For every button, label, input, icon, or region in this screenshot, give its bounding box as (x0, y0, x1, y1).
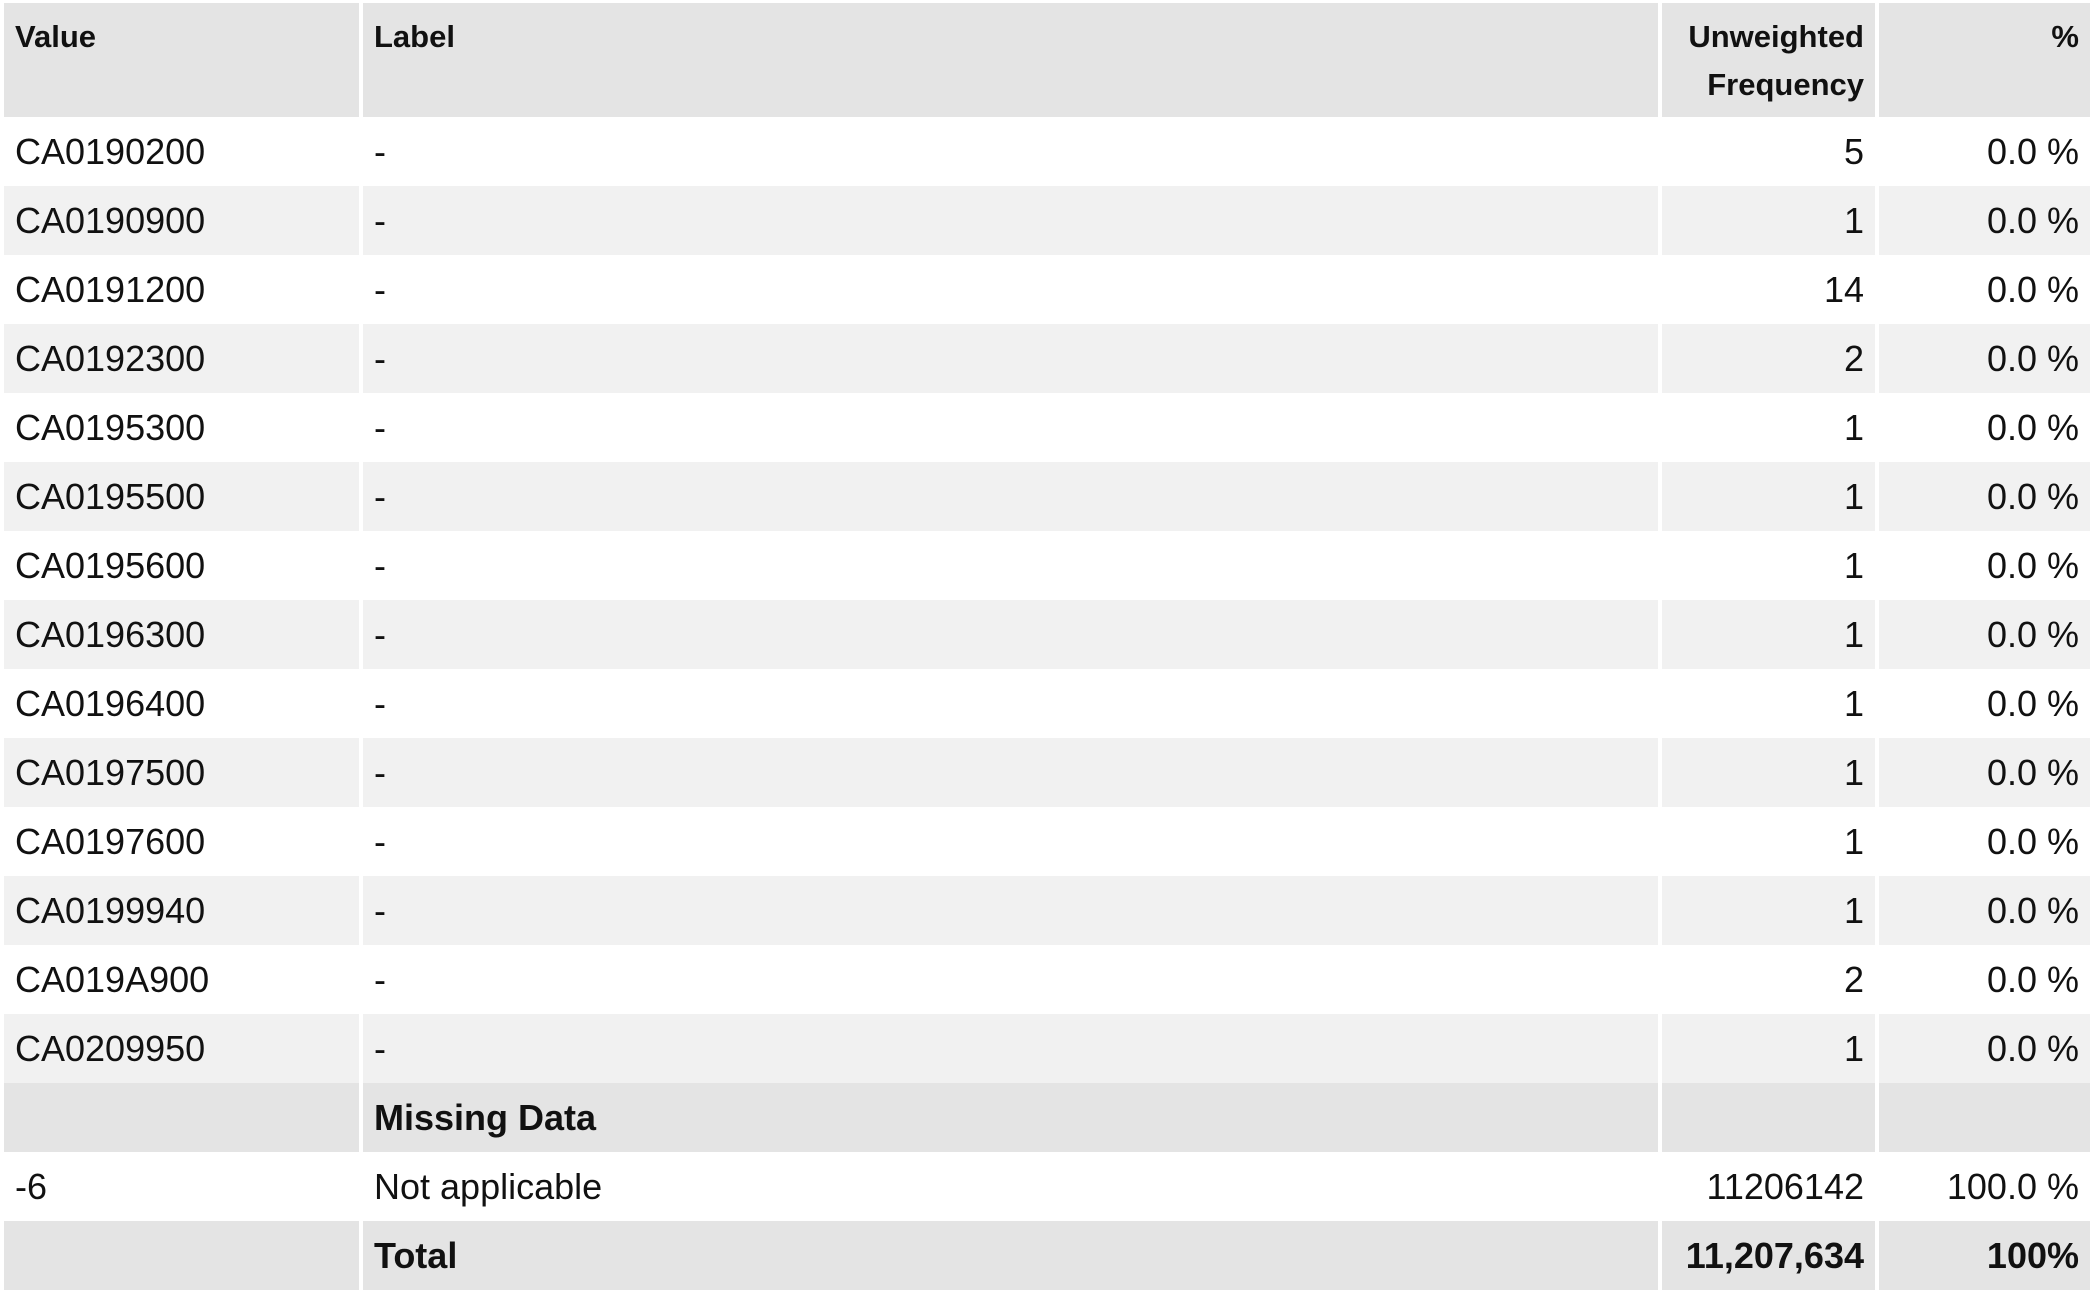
cell-percent: 0.0 % (1879, 1014, 2090, 1083)
header-value: Value (4, 3, 359, 117)
cell-label: - (363, 1014, 1658, 1083)
cell-value: CA0199940 (4, 876, 359, 945)
cell-percent: 0.0 % (1879, 669, 2090, 738)
table-row: CA0196400-1 0.0 % (4, 669, 2090, 738)
cell-frequency: 1 (1662, 462, 1875, 531)
cell-percent: 0.0 % (1879, 393, 2090, 462)
table-row: CA0197500-1 0.0 % (4, 738, 2090, 807)
table-row: CA0191200-14 0.0 % (4, 255, 2090, 324)
frequency-table: Value Label Unweighted Frequency % CA019… (0, 3, 2092, 1290)
cell-frequency: 1 (1662, 393, 1875, 462)
table-row: CA019A900-2 0.0 % (4, 945, 2090, 1014)
header-percent: % (1879, 3, 2090, 117)
cell-value: CA0197600 (4, 807, 359, 876)
cell-label: - (363, 393, 1658, 462)
cell-value: CA0190900 (4, 186, 359, 255)
cell-frequency: 1 (1662, 600, 1875, 669)
total-label: Total (363, 1221, 1658, 1290)
cell-percent: 100.0 % (1879, 1152, 2090, 1221)
section-value-empty (4, 1083, 359, 1152)
cell-percent: 0.0 % (1879, 738, 2090, 807)
total-frequency: 11,207,634 (1662, 1221, 1875, 1290)
cell-percent: 0.0 % (1879, 531, 2090, 600)
cell-frequency: 1 (1662, 738, 1875, 807)
missing-data-row: -6 Not applicable 11206142 100.0 % (4, 1152, 2090, 1221)
cell-value: CA0191200 (4, 255, 359, 324)
cell-value: CA0195300 (4, 393, 359, 462)
cell-frequency: 11206142 (1662, 1152, 1875, 1221)
cell-value: CA0190200 (4, 117, 359, 186)
cell-percent: 0.0 % (1879, 186, 2090, 255)
cell-value: CA0196400 (4, 669, 359, 738)
cell-frequency: 5 (1662, 117, 1875, 186)
cell-frequency: 1 (1662, 1014, 1875, 1083)
table-row: CA0197600-1 0.0 % (4, 807, 2090, 876)
cell-value: CA0195600 (4, 531, 359, 600)
cell-label: - (363, 669, 1658, 738)
cell-label: - (363, 945, 1658, 1014)
cell-percent: 0.0 % (1879, 462, 2090, 531)
table-row: CA0199940-1 0.0 % (4, 876, 2090, 945)
section-percent-empty (1879, 1083, 2090, 1152)
table-body: CA0190200-5 0.0 % CA0190900-1 0.0 % CA019120… (4, 117, 2090, 1290)
cell-frequency: 1 (1662, 876, 1875, 945)
header-row: Value Label Unweighted Frequency % (4, 3, 2090, 117)
cell-percent: 0.0 % (1879, 117, 2090, 186)
cell-label: - (363, 600, 1658, 669)
cell-label: - (363, 324, 1658, 393)
table-row: CA0195500-1 0.0 % (4, 462, 2090, 531)
cell-label: - (363, 186, 1658, 255)
cell-label: - (363, 462, 1658, 531)
missing-data-section-row: Missing Data (4, 1083, 2090, 1152)
table-row: CA0190900-1 0.0 % (4, 186, 2090, 255)
cell-label: - (363, 531, 1658, 600)
table-row: CA0196300-1 0.0 % (4, 600, 2090, 669)
table-row: CA0192300-2 0.0 % (4, 324, 2090, 393)
cell-value: CA0192300 (4, 324, 359, 393)
total-value-empty (4, 1221, 359, 1290)
cell-value: CA0196300 (4, 600, 359, 669)
cell-label: - (363, 807, 1658, 876)
cell-label: - (363, 876, 1658, 945)
cell-frequency: 2 (1662, 324, 1875, 393)
table-row: CA0195600-1 0.0 % (4, 531, 2090, 600)
cell-frequency: 1 (1662, 186, 1875, 255)
cell-percent: 0.0 % (1879, 324, 2090, 393)
cell-label: Not applicable (363, 1152, 1658, 1221)
table-header: Value Label Unweighted Frequency % (4, 3, 2090, 117)
cell-percent: 0.0 % (1879, 876, 2090, 945)
table-row: CA0195300-1 0.0 % (4, 393, 2090, 462)
cell-label: - (363, 117, 1658, 186)
cell-percent: 0.0 % (1879, 807, 2090, 876)
cell-frequency: 14 (1662, 255, 1875, 324)
cell-percent: 0.0 % (1879, 600, 2090, 669)
cell-frequency: 1 (1662, 807, 1875, 876)
table-row: CA0209950-1 0.0 % (4, 1014, 2090, 1083)
cell-frequency: 1 (1662, 531, 1875, 600)
cell-value: CA0195500 (4, 462, 359, 531)
cell-value: CA0209950 (4, 1014, 359, 1083)
cell-percent: 0.0 % (1879, 255, 2090, 324)
cell-percent: 0.0 % (1879, 945, 2090, 1014)
section-frequency-empty (1662, 1083, 1875, 1152)
cell-value: CA0197500 (4, 738, 359, 807)
total-row: Total 11,207,634 100% (4, 1221, 2090, 1290)
total-percent: 100% (1879, 1221, 2090, 1290)
cell-label: - (363, 738, 1658, 807)
header-label: Label (363, 3, 1658, 117)
missing-data-heading: Missing Data (363, 1083, 1658, 1152)
cell-value: -6 (4, 1152, 359, 1221)
cell-label: - (363, 255, 1658, 324)
cell-frequency: 2 (1662, 945, 1875, 1014)
cell-value: CA019A900 (4, 945, 359, 1014)
cell-frequency: 1 (1662, 669, 1875, 738)
table-row: CA0190200-5 0.0 % (4, 117, 2090, 186)
header-frequency: Unweighted Frequency (1662, 3, 1875, 117)
